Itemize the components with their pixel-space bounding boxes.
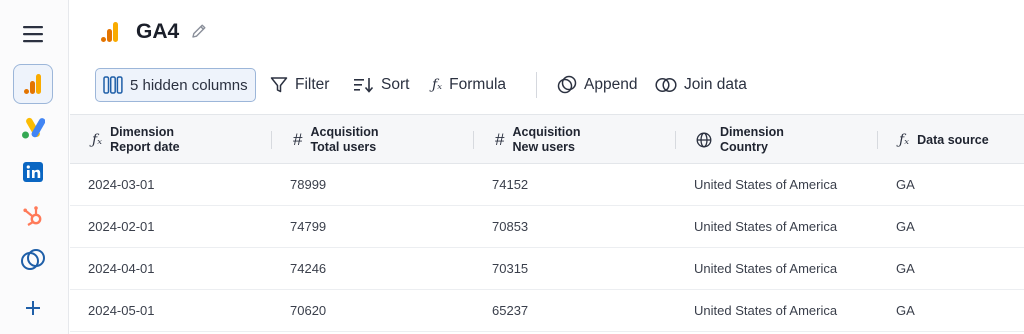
- column-header-data-source[interactable]: ƒₓ Data source: [899, 115, 989, 165]
- formula-icon: ƒₓ: [92, 132, 103, 148]
- column-divider: [271, 131, 272, 149]
- filter-button[interactable]: Filter: [270, 68, 329, 102]
- append-button[interactable]: Append: [557, 68, 637, 102]
- cell-country[interactable]: United States of America: [694, 206, 837, 248]
- table-header: ƒₓ Dimension Report date # Acquisition T…: [70, 114, 1024, 164]
- source-google-analytics[interactable]: [13, 64, 53, 104]
- column-header-line1: Acquisition: [512, 125, 581, 139]
- sort-button[interactable]: Sort: [354, 68, 409, 102]
- append-label: Append: [584, 76, 638, 93]
- formula-button[interactable]: ƒₓ Formula: [432, 68, 506, 102]
- toolbar-divider: [536, 72, 537, 98]
- table-row: 2024-03-01 78999 74152 United States of …: [70, 164, 1024, 206]
- cell-data-source[interactable]: GA: [896, 290, 915, 332]
- formula-icon: ƒₓ: [899, 132, 910, 148]
- sort-label: Sort: [381, 76, 410, 93]
- title-bar: GA4: [70, 0, 1024, 64]
- main-panel: GA4 5 hidden columns Filter Sort ƒₓ Form…: [70, 0, 1024, 334]
- cell-report-date[interactable]: 2024-03-01: [88, 164, 155, 206]
- globe-icon: [696, 132, 712, 148]
- google-analytics-icon: [101, 22, 118, 42]
- number-icon: #: [495, 130, 505, 149]
- google-ads-icon: [22, 117, 45, 139]
- cell-new-users[interactable]: 70315: [492, 248, 528, 290]
- column-header-new-users[interactable]: # Acquisition New users: [495, 115, 581, 165]
- cell-report-date[interactable]: 2024-05-01: [88, 290, 155, 332]
- sort-icon: [354, 78, 374, 93]
- column-header-line2: Total users: [310, 140, 377, 154]
- table-row: 2024-04-01 74246 70315 United States of …: [70, 248, 1024, 290]
- google-analytics-icon: [24, 74, 41, 94]
- plus-icon: [26, 301, 40, 315]
- menu-button[interactable]: [13, 14, 53, 54]
- cell-report-date[interactable]: 2024-02-01: [88, 206, 155, 248]
- page-title: GA4: [136, 20, 180, 43]
- filter-label: Filter: [295, 76, 330, 93]
- source-google-ads[interactable]: [13, 108, 53, 148]
- cell-new-users[interactable]: 70853: [492, 206, 528, 248]
- add-source-button[interactable]: [13, 288, 53, 328]
- cell-report-date[interactable]: 2024-04-01: [88, 248, 155, 290]
- cell-total-users[interactable]: 70620: [290, 290, 326, 332]
- join-data-label: Join data: [684, 76, 747, 93]
- cell-data-source[interactable]: GA: [896, 248, 915, 290]
- linkedin-icon: [23, 162, 43, 182]
- cell-total-users[interactable]: 74799: [290, 206, 326, 248]
- source-hubspot[interactable]: [13, 196, 53, 236]
- link-icon: [21, 249, 45, 270]
- cell-data-source[interactable]: GA: [896, 206, 915, 248]
- hidden-columns-button[interactable]: 5 hidden columns: [95, 68, 256, 102]
- columns-icon: [103, 76, 123, 94]
- column-header-total-users[interactable]: # Acquisition Total users: [293, 115, 379, 165]
- cell-new-users[interactable]: 74152: [492, 164, 528, 206]
- table-row: 2024-02-01 74799 70853 United States of …: [70, 206, 1024, 248]
- column-header-line1: Acquisition: [310, 125, 379, 139]
- formula-icon: ƒₓ: [432, 77, 443, 93]
- column-header-line2: New users: [512, 140, 575, 154]
- cell-total-users[interactable]: 78999: [290, 164, 326, 206]
- source-link[interactable]: [13, 240, 53, 280]
- column-header-line2: Report date: [110, 140, 180, 154]
- number-icon: #: [293, 130, 303, 149]
- column-divider: [473, 131, 474, 149]
- column-header-country[interactable]: Dimension Country: [696, 115, 784, 165]
- column-header-line1: Dimension: [720, 125, 784, 139]
- formula-label: Formula: [449, 76, 507, 93]
- menu-icon: [23, 26, 43, 43]
- pencil-icon[interactable]: [190, 22, 208, 40]
- hubspot-icon: [23, 206, 42, 226]
- column-divider: [675, 131, 676, 149]
- cell-data-source[interactable]: GA: [896, 164, 915, 206]
- append-icon: [557, 75, 577, 94]
- cell-country[interactable]: United States of America: [694, 290, 837, 332]
- table-row: 2024-05-01 70620 65237 United States of …: [70, 290, 1024, 332]
- toolbar: 5 hidden columns Filter Sort ƒₓ Formula: [70, 64, 1024, 108]
- cell-country[interactable]: United States of America: [694, 248, 837, 290]
- cell-new-users[interactable]: 65237: [492, 290, 528, 332]
- join-icon: [655, 77, 677, 93]
- column-header-report-date[interactable]: ƒₓ Dimension Report date: [92, 115, 180, 165]
- sidebar: [0, 0, 69, 334]
- source-linkedin[interactable]: [13, 152, 53, 192]
- column-divider: [877, 131, 878, 149]
- filter-icon: [270, 77, 288, 93]
- join-data-button[interactable]: Join data: [655, 68, 747, 102]
- cell-country[interactable]: United States of America: [694, 164, 837, 206]
- cell-total-users[interactable]: 74246: [290, 248, 326, 290]
- column-header-line1: Data source: [917, 132, 989, 147]
- hidden-columns-label: 5 hidden columns: [130, 76, 248, 94]
- column-header-line2: Country: [720, 140, 768, 154]
- column-header-line1: Dimension: [110, 125, 175, 139]
